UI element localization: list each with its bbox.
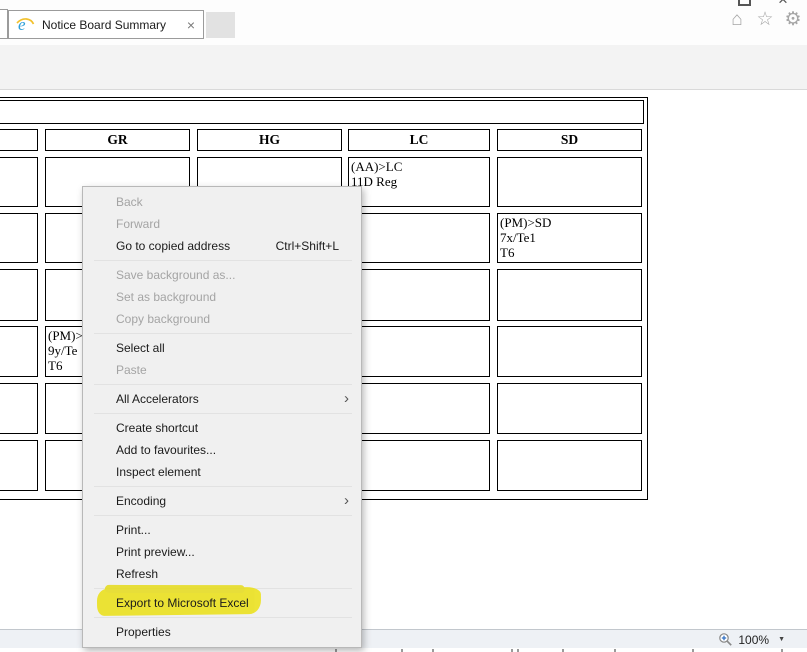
menu-item-create-shortcut[interactable]: Create shortcut (83, 417, 361, 439)
submenu-arrow-icon: › (344, 492, 349, 509)
menu-item-save-background-as: Save background as... (116, 268, 236, 282)
menu-item-back: Back (116, 195, 143, 209)
menu-item-print[interactable]: Print... (83, 519, 361, 541)
table-header: GR (45, 129, 190, 151)
menu-shortcut: Ctrl+Shift+L (275, 239, 339, 253)
browser-tab[interactable]: e Notice Board Summary × (8, 10, 204, 39)
menu-item-encoding[interactable]: Encoding › (83, 490, 361, 512)
zoom-level-value: 100% (738, 632, 770, 647)
table-cell (0, 326, 38, 377)
menu-item-set-as-background: Set as background (116, 290, 217, 304)
tab-close-icon[interactable]: × (187, 18, 195, 32)
context-menu: Back Forward Go to copied address Ctrl+Sh… (82, 186, 362, 648)
menu-item-go-to-copied-address[interactable]: Go to copied address Ctrl+Shift+L (83, 235, 361, 257)
tab-title: Notice Board Summary (42, 17, 167, 32)
command-bar: ▼ Copy Paste Edit ▼ Page ▼ Safety ▼ (0, 45, 807, 129)
favorites-star-icon[interactable]: ☆ (754, 8, 776, 32)
menu-item-export-to-microsoft-excel[interactable]: Export to Microsoft Excel (83, 586, 361, 617)
table-cell (497, 269, 642, 321)
table-header: HG (197, 129, 342, 151)
table-cell (348, 269, 490, 321)
menu-item-copy-background: Copy background (116, 312, 211, 326)
settings-gear-icon[interactable]: ⚙ (782, 8, 804, 32)
menu-item-forward: Forward (116, 217, 161, 231)
zoom-in-magnifier-icon (719, 633, 733, 646)
menu-item-select-all[interactable]: Select all (83, 337, 361, 359)
table-header (0, 129, 38, 151)
menu-separator (94, 486, 352, 487)
table-cell (0, 383, 38, 434)
clipped-background-window (0, 648, 807, 652)
menu-item-inspect-element[interactable]: Inspect element (83, 461, 361, 483)
menu-item-properties[interactable]: Properties (83, 621, 361, 643)
table-header: SD (497, 129, 642, 151)
table-cell (348, 213, 490, 263)
table-cell (497, 383, 642, 434)
table-cell (348, 440, 490, 491)
home-icon[interactable]: ⌂ (726, 8, 748, 32)
menu-item-print-preview[interactable]: Print preview... (83, 541, 361, 563)
menu-item-paste: Paste (116, 363, 147, 377)
table-cell (497, 440, 642, 491)
table-banner-row (0, 100, 644, 124)
submenu-arrow-icon: › (344, 390, 349, 407)
menu-item-add-to-favourites[interactable]: Add to favourites... (83, 439, 361, 461)
table-cell (497, 326, 642, 377)
menu-separator (94, 384, 352, 385)
svg-text:e: e (18, 15, 26, 34)
title-bar: × e Notice Board Summary × ⌂ ☆ ⚙ (0, 0, 807, 45)
ie-logo-icon: e (16, 15, 35, 34)
table-cell (497, 157, 642, 207)
new-tab-button[interactable] (206, 12, 235, 38)
menu-separator (94, 260, 352, 261)
table-cell (0, 213, 38, 263)
table-cell (348, 383, 490, 434)
table-header: LC (348, 129, 490, 151)
zoom-control[interactable]: 100% ▼ (718, 632, 785, 647)
table-cell (348, 326, 490, 377)
menu-separator (94, 333, 352, 334)
table-cell (0, 157, 38, 207)
addressbar-fragment (0, 9, 8, 39)
table-cell (0, 440, 38, 491)
table-cell: (AA)>LC 11D Reg (348, 157, 490, 207)
menu-item-all-accelerators[interactable]: All Accelerators › (83, 388, 361, 410)
menu-separator (94, 617, 352, 618)
window-maximize-button[interactable] (738, 0, 751, 6)
menu-item-refresh[interactable]: Refresh (83, 563, 361, 585)
menu-separator (94, 413, 352, 414)
zoom-dropdown-icon[interactable]: ▼ (778, 636, 785, 643)
table-cell: (PM)>SD 7x/Te1 T6 (497, 213, 642, 263)
table-cell (0, 269, 38, 321)
menu-separator (94, 515, 352, 516)
